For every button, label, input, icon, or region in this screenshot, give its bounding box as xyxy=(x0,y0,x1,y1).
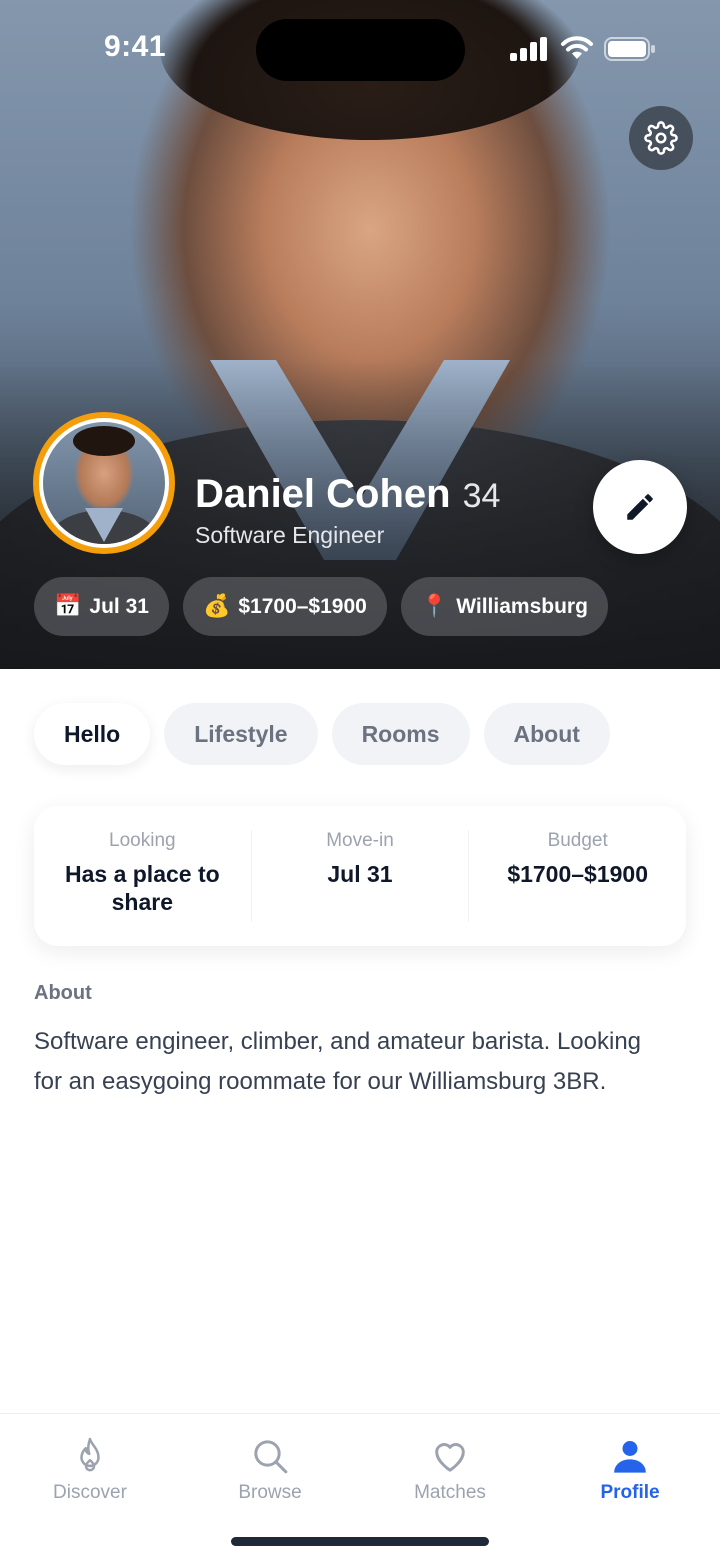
chip-label: Jul 31 xyxy=(89,594,149,618)
search-icon xyxy=(254,1440,288,1474)
gear-icon xyxy=(644,121,678,155)
avatar[interactable] xyxy=(33,412,175,554)
stat-value: $1700–$1900 xyxy=(507,861,649,887)
stat-budget: Budget $1700–$1900 xyxy=(469,830,686,922)
stat-looking: Looking Has a place to share xyxy=(34,830,252,922)
chip-label: Williamsburg xyxy=(456,594,588,618)
status-time: 9:41 xyxy=(104,30,167,63)
chip-location[interactable]: 📍 Williamsburg xyxy=(400,577,608,636)
money-bag-icon: 💰 xyxy=(202,594,231,619)
nav-label: Matches xyxy=(414,1482,486,1503)
info-chips: 📅 Jul 31 💰 $1700–$1900 📍 Williamsburg xyxy=(34,577,608,636)
profile-job-title: Software Engineer xyxy=(195,522,385,548)
avatar-photo xyxy=(39,418,169,548)
profile-name-row: Daniel Cohen 34 xyxy=(195,472,500,517)
chip-move-in-date[interactable]: 📅 Jul 31 xyxy=(34,577,169,636)
tab-hello[interactable]: Hello xyxy=(34,703,151,765)
nav-profile[interactable]: Profile xyxy=(560,1436,700,1504)
profile-tabs: Hello Lifestyle Rooms About xyxy=(34,703,610,765)
person-icon xyxy=(614,1441,646,1473)
profile-age: 34 xyxy=(462,477,501,515)
stat-label: Budget xyxy=(547,830,608,851)
stat-value: Jul 31 xyxy=(327,861,393,887)
nav-browse[interactable]: Browse xyxy=(200,1436,340,1504)
edit-profile-button[interactable] xyxy=(593,460,687,554)
settings-button[interactable] xyxy=(629,106,693,170)
profile-hero-photo xyxy=(0,0,720,669)
wifi-icon xyxy=(561,36,593,59)
about-text: Software engineer, climber, and amateur … xyxy=(34,1028,642,1095)
stat-move-in: Move-in Jul 31 xyxy=(252,830,470,922)
nav-matches[interactable]: Matches xyxy=(380,1436,520,1504)
pencil-icon xyxy=(627,494,653,520)
stat-label: Looking xyxy=(109,830,176,851)
chip-label: $1700–$1900 xyxy=(238,594,367,618)
tab-about[interactable]: About xyxy=(483,703,610,765)
tab-lifestyle[interactable]: Lifestyle xyxy=(164,703,318,765)
profile-name: Daniel Cohen xyxy=(195,472,451,516)
about-heading: About xyxy=(34,982,92,1004)
chip-budget[interactable]: 💰 $1700–$1900 xyxy=(182,577,387,636)
stat-label: Move-in xyxy=(326,830,394,851)
nav-label: Profile xyxy=(600,1482,660,1503)
status-bar: 9:41 xyxy=(0,0,720,100)
nav-discover[interactable]: Discover xyxy=(20,1436,160,1504)
tab-rooms[interactable]: Rooms xyxy=(331,703,470,765)
dynamic-island xyxy=(256,19,465,81)
cellular-signal-icon xyxy=(510,37,547,61)
flame-icon xyxy=(80,1437,100,1472)
summary-card: Looking Has a place to share Move-in Jul… xyxy=(34,806,686,946)
stat-value: Has a place to share xyxy=(64,861,220,915)
calendar-icon: 📅 xyxy=(54,594,82,619)
heart-icon xyxy=(435,1443,465,1472)
nav-label: Discover xyxy=(53,1482,127,1503)
battery-icon xyxy=(604,37,655,61)
pin-icon: 📍 xyxy=(420,594,449,619)
avatar-hair xyxy=(73,426,135,456)
home-indicator[interactable] xyxy=(231,1537,489,1546)
nav-label: Browse xyxy=(238,1482,302,1503)
